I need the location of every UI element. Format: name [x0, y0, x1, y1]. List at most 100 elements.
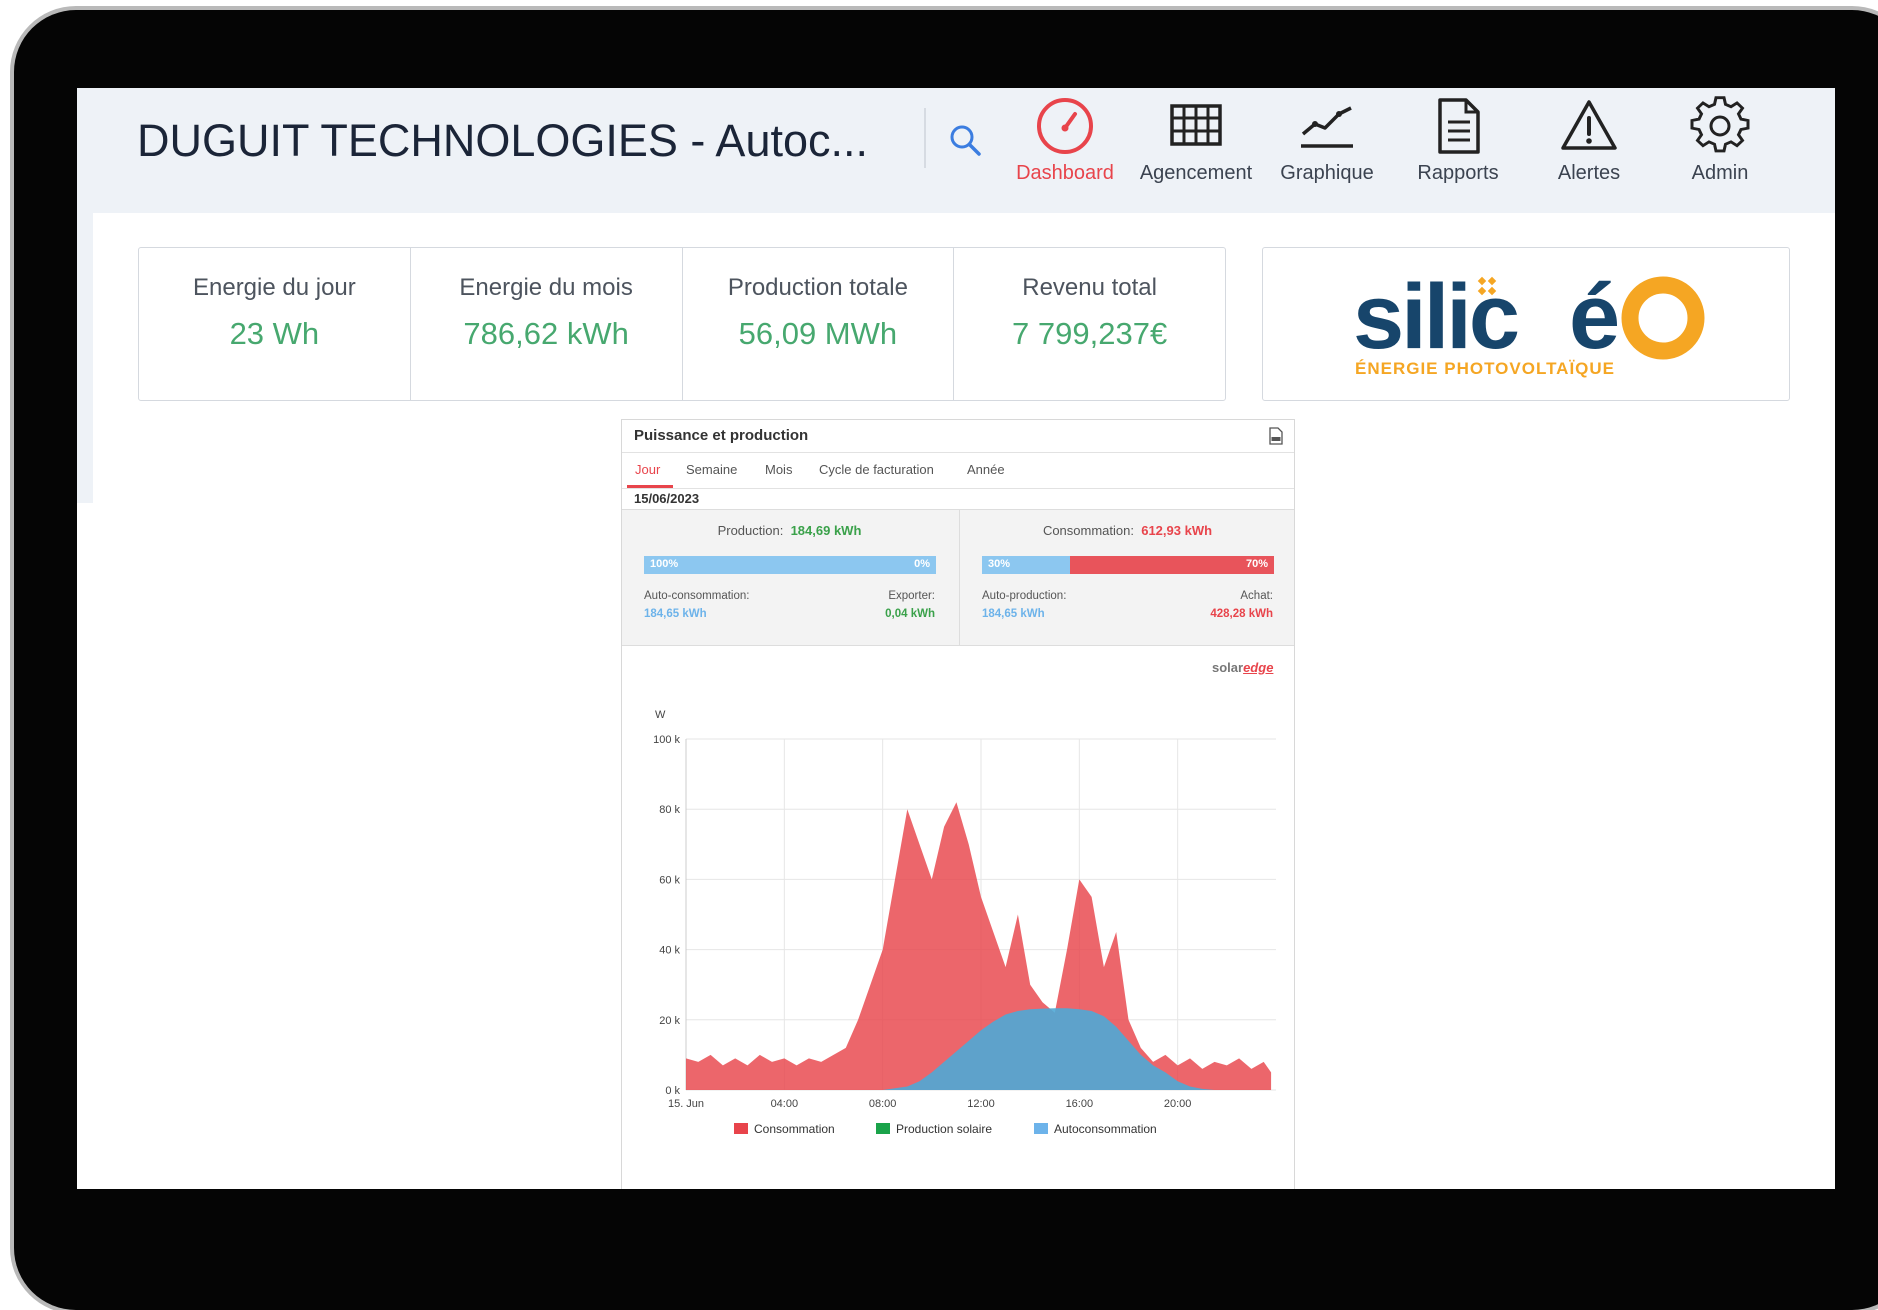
- y-tick-label: 60 k: [659, 874, 680, 886]
- active-tab-indicator: [627, 485, 673, 488]
- siliceo-logo: silic é ÉNERGIE PHOTOVOLTAÏQUE: [1353, 266, 1705, 378]
- bar-right-label: 0%: [914, 558, 930, 570]
- sidebar-strip: [77, 213, 93, 503]
- kpi-energie-mois: Energie du mois 786,62 kWh: [411, 248, 683, 400]
- y-axis-ticks: 0 k 20 k 40 k 60 k 80 k 100 k: [653, 734, 680, 1097]
- kpi-value: 786,62 kWh: [463, 316, 629, 351]
- nav-label: Graphique: [1280, 162, 1374, 184]
- top-bar: DUGUIT TECHNOLOGIES - Autoc... Dashboard: [77, 88, 1835, 213]
- production-bar-fill: [644, 556, 936, 574]
- consumption-value: 612,93 kWh: [1141, 523, 1213, 538]
- x-axis-ticks: 15. Jun 04:00 08:00 12:00 16:00 20:00: [668, 1098, 1191, 1110]
- chart-legend: Consommation Production solaire Autoconsom…: [734, 1122, 1157, 1136]
- nav-graphique[interactable]: Graphique: [1262, 96, 1392, 206]
- x-tick-label: 16:00: [1066, 1098, 1094, 1110]
- logo-card: silic é ÉNERGIE PHOTOVOLTAÏQUE: [1262, 247, 1790, 401]
- widget-header: Puissance et production: [622, 420, 1294, 453]
- legend-label[interactable]: Consommation: [754, 1122, 835, 1136]
- production-stats: Production: 184,69 kWh 100% 0% Auto-cons…: [622, 510, 957, 645]
- x-tick-label: 12:00: [967, 1098, 995, 1110]
- bar-left-label: 100%: [650, 558, 679, 570]
- x-tick-label: 08:00: [869, 1098, 897, 1110]
- chart-areas: [686, 802, 1272, 1090]
- widget-title: Puissance et production: [634, 427, 809, 444]
- production-bar: 100% 0%: [644, 556, 936, 574]
- y-tick-label: 20 k: [659, 1015, 680, 1027]
- autoproduction-value: 184,65 kWh: [982, 608, 1045, 620]
- autoproduction-label: Auto-production:: [982, 590, 1067, 602]
- x-tick-label: 20:00: [1164, 1098, 1192, 1110]
- achat-label: Achat:: [1240, 590, 1273, 602]
- nav-alertes[interactable]: Alertes: [1524, 96, 1654, 206]
- warning-icon: [1561, 100, 1617, 150]
- exporter-label: Exporter:: [888, 590, 935, 602]
- nav-admin[interactable]: Admin: [1655, 96, 1785, 206]
- kpi-card: Energie du jour 23 Wh Energie du mois 78…: [138, 247, 1226, 401]
- exporter-value: 0,04 kWh: [885, 608, 935, 620]
- kpi-revenu-total: Revenu total 7 799,237€: [954, 248, 1225, 400]
- nav-label: Agencement: [1139, 162, 1253, 184]
- speedometer-icon: [1037, 98, 1093, 154]
- tab-cycle-facturation[interactable]: Cycle de facturation: [819, 462, 934, 477]
- y-tick-label: 100 k: [653, 734, 680, 746]
- tab-semaine[interactable]: Semaine: [686, 462, 737, 477]
- legend-swatch: [876, 1123, 890, 1134]
- page-title: DUGUIT TECHNOLOGIES - Autoc...: [137, 115, 869, 166]
- production-title: Production: 184,69 kWh: [622, 523, 957, 538]
- nav-label: Rapports: [1417, 162, 1499, 184]
- legend-swatch: [734, 1123, 748, 1134]
- nav-label: Admin: [1691, 162, 1749, 184]
- nav-rapports[interactable]: Rapports: [1393, 96, 1523, 206]
- kpi-production-totale: Production totale 56,09 MWh: [683, 248, 955, 400]
- consumption-stats: Consommation: 612,93 kWh 30% 70% Auto-pr…: [959, 510, 1295, 645]
- tab-annee[interactable]: Année: [967, 462, 1005, 477]
- bar-left-label: 30%: [988, 558, 1011, 570]
- kpi-value: 56,09 MWh: [738, 316, 898, 351]
- grid-icon: [1170, 104, 1222, 146]
- legend-label[interactable]: Autoconsommation: [1054, 1122, 1157, 1136]
- csv-export-icon[interactable]: [1268, 427, 1284, 445]
- x-tick-label: 15. Jun: [668, 1098, 704, 1110]
- consumption-bar: 30% 70%: [982, 556, 1274, 574]
- achat-value: 428,28 kWh: [1210, 608, 1273, 620]
- divider: [924, 108, 926, 168]
- gear-icon: [1690, 96, 1750, 153]
- y-axis-label: W: [655, 709, 666, 721]
- svg-text:ÉNERGIE PHOTOVOLTAÏQUE: ÉNERGIE PHOTOVOLTAÏQUE: [1355, 359, 1615, 378]
- nav-agencement[interactable]: Agencement: [1131, 96, 1261, 206]
- tab-mois[interactable]: Mois: [765, 462, 792, 477]
- bar-right-label: 70%: [1245, 558, 1268, 570]
- x-tick-label: 04:00: [771, 1098, 799, 1110]
- tab-jour[interactable]: Jour: [635, 462, 660, 477]
- kpi-label: Production totale: [727, 274, 908, 301]
- line-chart-icon: [1301, 106, 1353, 148]
- kpi-value: 7 799,237€: [1012, 316, 1168, 351]
- production-value: 184,69 kWh: [790, 523, 862, 538]
- legend-label[interactable]: Production solaire: [896, 1122, 992, 1136]
- consumption-label: Consommation:: [1042, 523, 1134, 538]
- period-tabs: Jour Semaine Mois Cycle de facturation A…: [622, 452, 1294, 489]
- svg-text:é: é: [1569, 266, 1620, 368]
- nav-label: Dashboard: [1016, 162, 1114, 184]
- energy-stats: Production: 184,69 kWh 100% 0% Auto-cons…: [622, 509, 1294, 646]
- document-icon: [1438, 98, 1480, 154]
- selected-date[interactable]: 15/06/2023: [634, 491, 699, 506]
- kpi-label: Revenu total: [1022, 274, 1157, 301]
- nav-label: Alertes: [1557, 162, 1621, 184]
- consumption-title: Consommation: 612,93 kWh: [960, 523, 1295, 538]
- power-production-widget: Puissance et production Jour Semaine Moi…: [621, 419, 1295, 1189]
- search-icon[interactable]: [945, 120, 987, 162]
- app-screen: DUGUIT TECHNOLOGIES - Autoc... Dashboard: [77, 88, 1835, 1189]
- kpi-value: 23 Wh: [229, 316, 320, 351]
- kpi-label: Energie du jour: [192, 274, 356, 301]
- autoconsommation-label: Auto-consommation:: [644, 590, 750, 602]
- y-tick-label: 0 k: [665, 1085, 680, 1097]
- production-label: Production:: [717, 523, 784, 538]
- autoconsommation-value: 184,65 kWh: [644, 608, 707, 620]
- power-chart: 0 k 20 k 40 k 60 k 80 k 100 k 15. Jun 04:00 08:…: [653, 709, 1276, 1136]
- y-tick-label: 80 k: [659, 804, 680, 816]
- kpi-label: Energie du mois: [459, 274, 633, 301]
- legend-swatch: [1034, 1123, 1048, 1134]
- y-tick-label: 40 k: [659, 945, 680, 957]
- nav-dashboard[interactable]: Dashboard: [1000, 96, 1130, 206]
